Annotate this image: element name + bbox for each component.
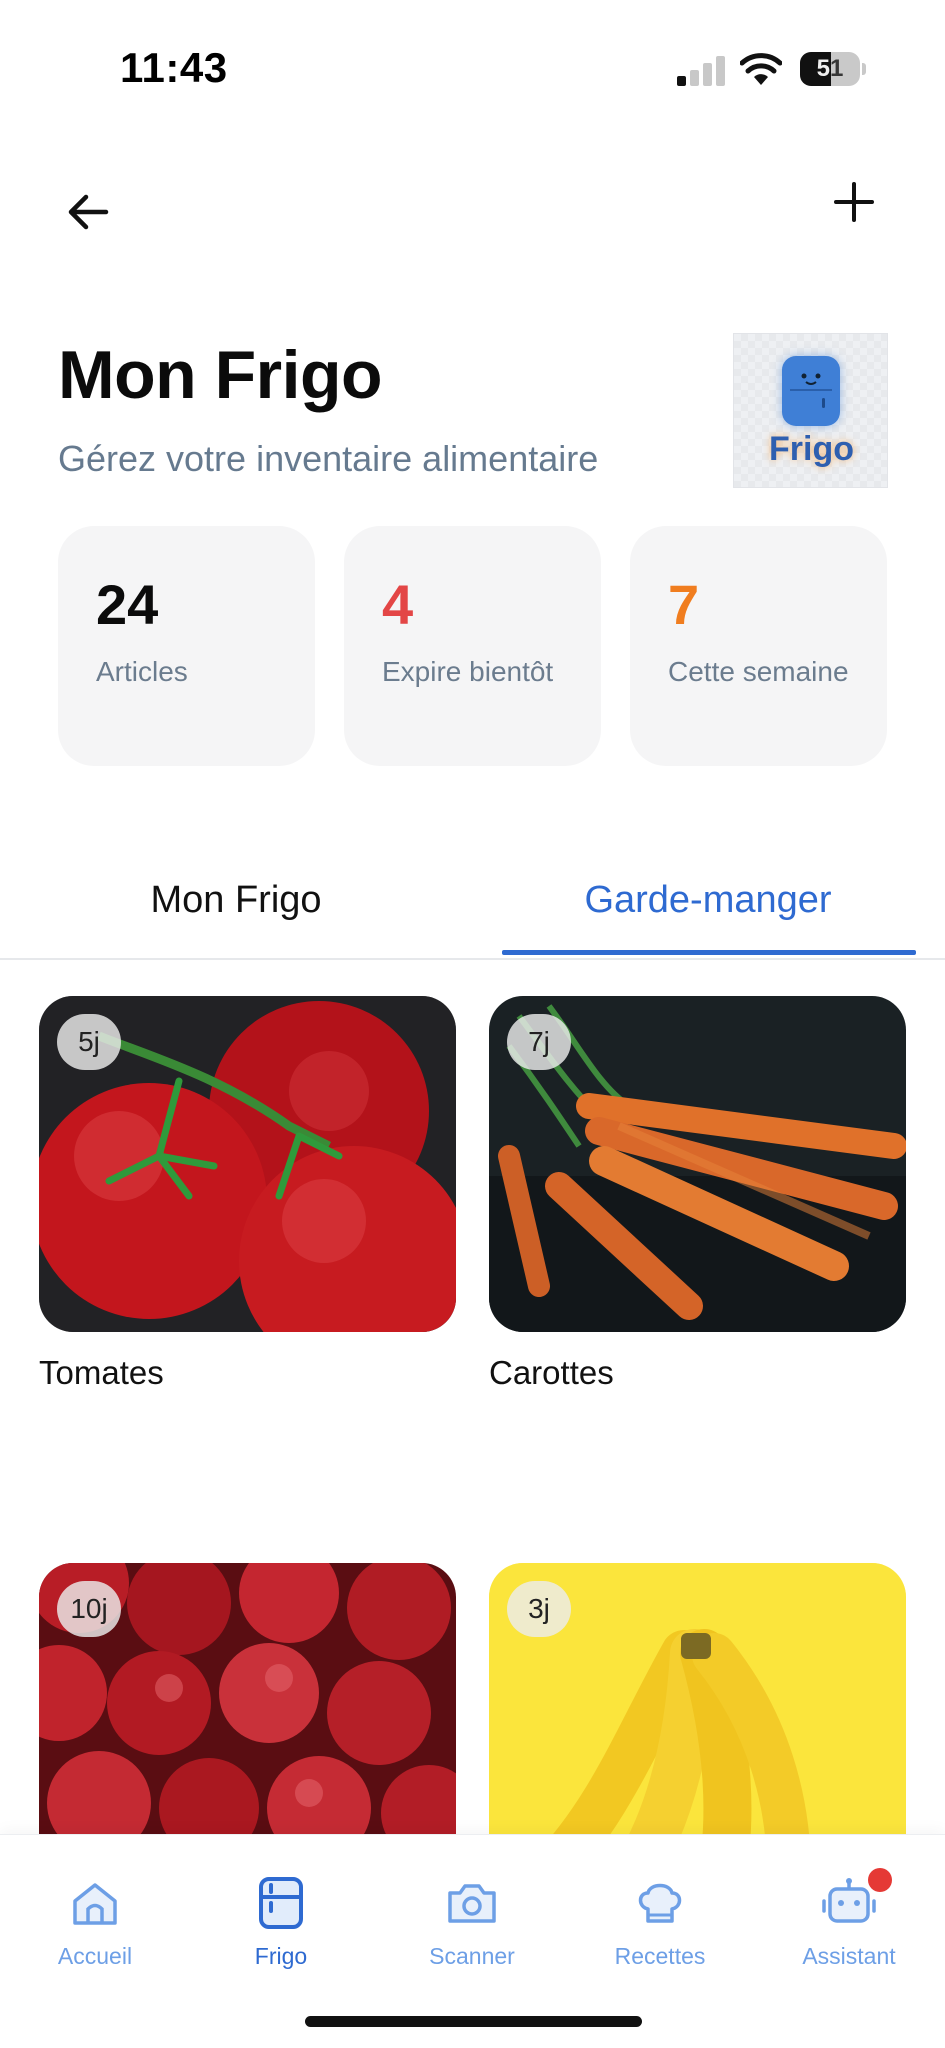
battery-cap xyxy=(862,63,866,75)
active-tab-indicator xyxy=(502,950,916,955)
tab-bar: Mon Frigo Garde-manger xyxy=(0,860,945,960)
tab-mon-frigo[interactable]: Mon Frigo xyxy=(0,860,472,960)
page-title: Mon Frigo xyxy=(58,337,383,413)
cellular-signal-icon xyxy=(677,56,725,86)
chef-hat-icon xyxy=(638,1883,682,1923)
nav-item-frigo[interactable]: Frigo xyxy=(186,1875,376,1985)
product-name: Tomates xyxy=(39,1354,164,1391)
wifi-icon xyxy=(740,53,782,85)
nav-item-scanner[interactable]: Scanner xyxy=(377,1875,567,1985)
fridge-icon xyxy=(259,1877,303,1929)
add-item-button[interactable] xyxy=(822,170,886,234)
days-left-badge: 3j xyxy=(507,1581,571,1637)
stat-label: Expire bientôt xyxy=(382,656,554,687)
home-icon xyxy=(73,1883,117,1925)
stat-value: 7 xyxy=(668,573,700,636)
logo-text: Frigo xyxy=(769,430,854,468)
notification-badge xyxy=(868,1868,892,1892)
tab-garde-manger[interactable]: Garde-manger xyxy=(472,860,944,960)
nav-item-accueil[interactable]: Accueil xyxy=(0,1875,190,1985)
carrots-photo: 7j xyxy=(489,996,906,1332)
status-time: 11:43 xyxy=(120,44,228,91)
stat-card-expiring-soon[interactable]: 4 Expire bientôt xyxy=(344,526,601,766)
mascot-face xyxy=(790,373,832,408)
home-indicator[interactable] xyxy=(305,2016,642,2027)
product-name: Carottes xyxy=(489,1354,614,1391)
stat-card-this-week[interactable]: 7 Cette semaine xyxy=(630,526,887,766)
tomatoes-photo: 5j xyxy=(39,996,456,1332)
status-bar: 11:43 51 xyxy=(0,0,945,140)
stat-value: 24 xyxy=(96,573,159,636)
nav-label: Assistant xyxy=(802,1943,896,1969)
camera-icon xyxy=(448,1884,496,1923)
nav-label: Recettes xyxy=(614,1943,706,1969)
battery-indicator: 51 xyxy=(800,52,866,86)
app-logo: Frigo xyxy=(733,333,888,488)
nav-label: Scanner xyxy=(429,1943,515,1969)
nav-label: Frigo xyxy=(254,1943,308,1969)
nav-item-assistant[interactable]: Assistant xyxy=(754,1875,944,1985)
nav-label: Accueil xyxy=(57,1943,133,1969)
arrow-left-icon xyxy=(68,194,109,230)
stat-value: 4 xyxy=(382,573,414,636)
days-left-badge: 5j xyxy=(57,1014,121,1070)
back-button[interactable] xyxy=(56,180,120,244)
days-left-badge: 7j xyxy=(507,1014,571,1070)
stat-card-articles[interactable]: 24 Articles xyxy=(58,526,315,766)
fridge-mascot-icon xyxy=(782,356,840,426)
days-left-badge: 10j xyxy=(57,1581,121,1637)
stat-label: Articles xyxy=(96,656,188,687)
stat-label: Cette semaine xyxy=(668,656,849,687)
battery-percentage: 51 xyxy=(816,55,844,82)
page-subtitle: Gérez votre inventaire alimentaire xyxy=(58,438,599,479)
nav-item-recettes[interactable]: Recettes xyxy=(565,1875,755,1985)
plus-icon xyxy=(834,182,874,222)
